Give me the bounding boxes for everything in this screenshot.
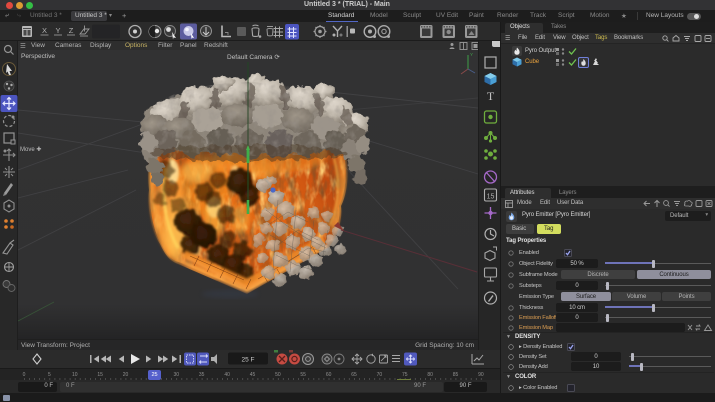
svg-text:25 F: 25 F: [241, 357, 254, 364]
svg-text:15: 15: [97, 372, 103, 378]
svg-text:50: 50: [275, 372, 281, 378]
svg-text:35: 35: [199, 372, 205, 378]
svg-text:70: 70: [377, 372, 383, 378]
svg-text:15: 15: [487, 194, 495, 201]
svg-text:30: 30: [174, 372, 180, 378]
svg-text:0: 0: [23, 372, 26, 378]
svg-text:80: 80: [427, 372, 433, 378]
svg-text:45: 45: [250, 372, 256, 378]
svg-text:Y: Y: [470, 52, 473, 57]
svg-text:10: 10: [72, 372, 78, 378]
svg-text:55: 55: [300, 372, 306, 378]
svg-text:5: 5: [48, 372, 51, 378]
svg-text:Y: Y: [55, 26, 60, 35]
svg-text:X: X: [42, 26, 47, 35]
svg-text:90: 90: [478, 372, 484, 378]
svg-text:85: 85: [453, 372, 459, 378]
svg-text:60: 60: [326, 372, 332, 378]
svg-text:T: T: [487, 89, 495, 103]
svg-text:20: 20: [123, 372, 129, 378]
svg-text:75: 75: [402, 372, 408, 378]
svg-text:40: 40: [224, 372, 230, 378]
svg-text:65: 65: [351, 372, 357, 378]
svg-text:Z: Z: [69, 26, 74, 35]
